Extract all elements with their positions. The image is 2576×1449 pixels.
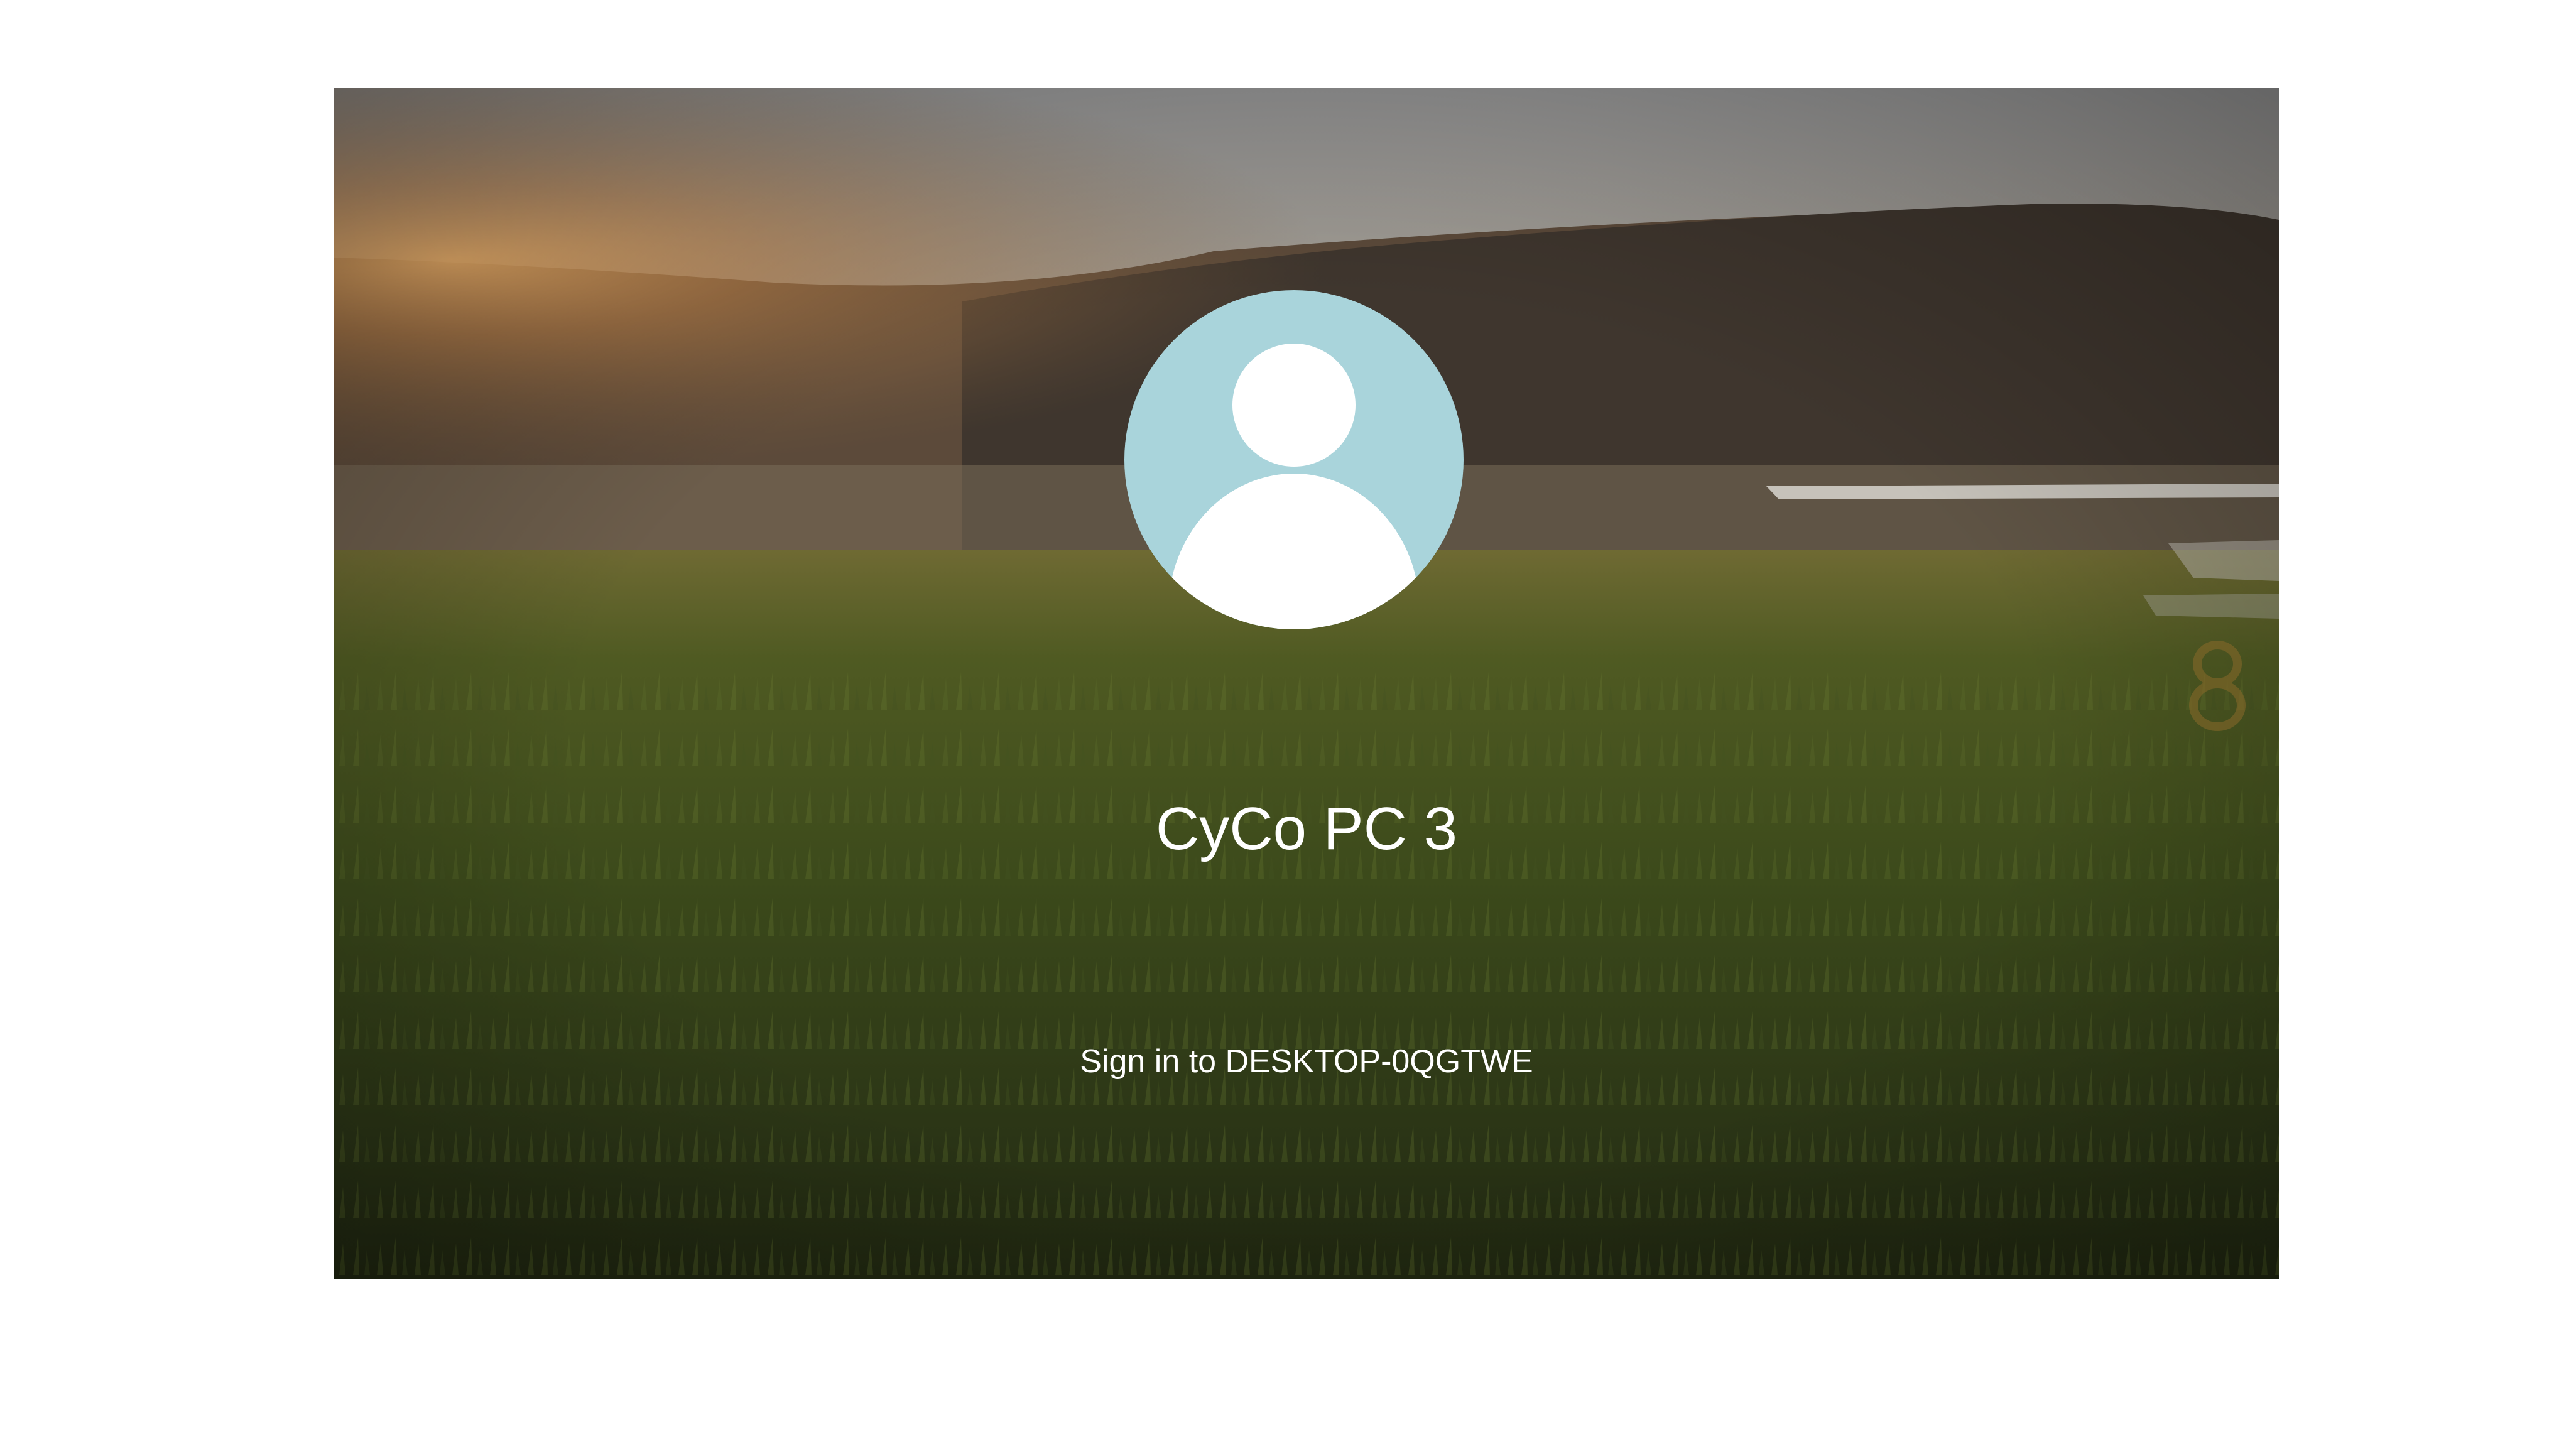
sign-in-target-label: Sign in to DESKTOP-0QGTWE bbox=[1080, 1043, 1533, 1080]
wallpaper-image bbox=[334, 88, 2279, 1279]
user-name: CyCo PC 3 bbox=[1155, 795, 1458, 862]
lock-screen: CyCo PC 3 Sign in to DESKTOP-0QGTWE bbox=[334, 88, 2279, 1279]
user-avatar bbox=[1124, 290, 1464, 629]
watermark-logo bbox=[2189, 641, 2246, 731]
person-silhouette-icon bbox=[1168, 344, 1420, 629]
